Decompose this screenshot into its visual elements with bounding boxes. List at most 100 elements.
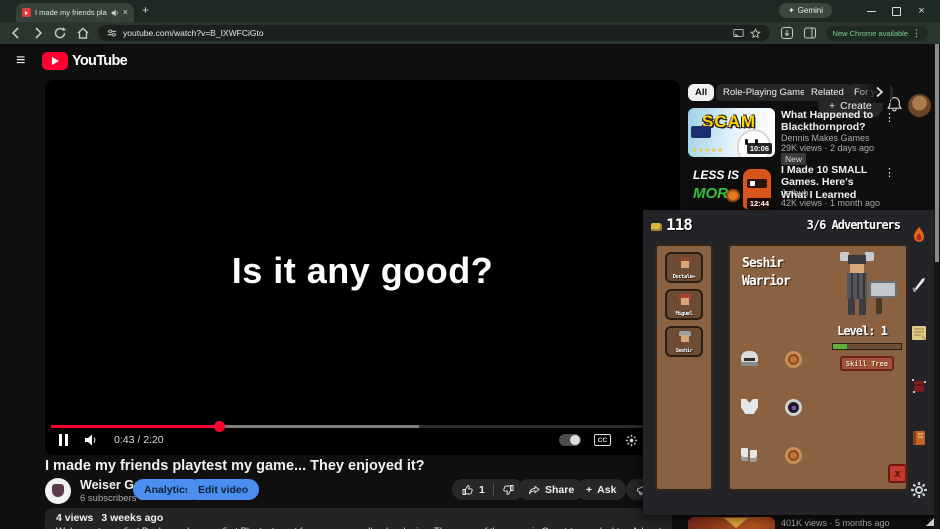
description-box[interactable]: 4 views 3 weeks ago Welcome to my first … (45, 508, 672, 529)
accessory-slot[interactable] (785, 447, 802, 464)
roster-slot[interactable]: Ductale+ (665, 252, 703, 283)
video-caption-text: Is it any good? (231, 250, 494, 291)
quest-scroll-icon[interactable] (909, 323, 929, 343)
chip-related[interactable]: Related (804, 84, 851, 101)
hero-sprite (836, 249, 900, 325)
roster-panel: Ductale+ Miguel Seshir (655, 244, 713, 491)
thumbnail-text: LESS IS (693, 168, 740, 182)
channel-avatar[interactable] (45, 478, 71, 504)
ask-label: Ask (597, 483, 617, 496)
youtube-header: ≡ YouTube + Create (0, 44, 940, 118)
browser-toolbar: youtube.com/watch?v=B_IXWFCiGto New Chro… (0, 22, 940, 44)
youtube-play-icon (42, 52, 68, 70)
thumbnail-stars: ★★★★★ (692, 148, 724, 154)
accessory-slot[interactable] (785, 351, 802, 368)
autoplay-toggle[interactable] (559, 434, 581, 446)
roster-name: Ductale+ (672, 274, 696, 280)
equipment-helmet-icon[interactable] (741, 351, 758, 366)
share-label: Share (545, 483, 575, 496)
forward-button[interactable] (31, 26, 45, 40)
window-maximize-button[interactable] (892, 7, 901, 16)
gemini-button[interactable]: ✦ Gemini (778, 3, 832, 18)
browser-menu-icon[interactable]: ⋮ (912, 28, 921, 39)
video-options-icon[interactable]: ⋮ (884, 111, 895, 124)
coin-icon (651, 223, 662, 231)
like-dislike-buttons[interactable]: 1 (452, 479, 524, 500)
skill-tree-button[interactable]: Skill Tree (840, 356, 894, 371)
chip-all[interactable]: All (688, 84, 715, 101)
home-button[interactable] (76, 26, 90, 40)
video-player[interactable]: Is it any good? 0:43 / 2:20 CC (45, 80, 680, 455)
share-arrow-icon (529, 485, 540, 494)
book-icon[interactable] (909, 428, 929, 448)
tab-audio-icon[interactable] (111, 9, 119, 17)
settings-gear-icon[interactable] (624, 434, 639, 447)
overlay-close-button[interactable]: x (888, 464, 907, 483)
back-button[interactable] (9, 26, 23, 40)
chrome-update-button[interactable]: New Chrome available ⋮ (825, 25, 928, 41)
downloads-icon[interactable] (780, 26, 794, 40)
reload-button[interactable] (53, 26, 67, 40)
roster-slot[interactable]: Seshir (665, 326, 703, 357)
currency-count: 118 (666, 215, 693, 234)
gemini-label: Gemini (797, 6, 823, 15)
suggested-video-thumbnail[interactable]: SCAM ★★★★★ 10:06 (688, 108, 775, 157)
suggested-video-thumbnail[interactable]: LESS IS MOR 12:44 (688, 163, 775, 212)
game-overlay-window[interactable]: 118 3/6 Adventurers Ductale+ Miguel Sesh… (643, 210, 938, 515)
accessory-slot-equipped[interactable] (785, 399, 802, 416)
equipment-chest-icon[interactable] (741, 399, 758, 414)
site-info-icon[interactable] (107, 28, 117, 38)
youtube-favicon-icon (22, 8, 31, 17)
hero-panel: Seshir Warrior Level: 1 Skill Tree x (728, 244, 908, 491)
hammer-head (869, 281, 897, 298)
account-avatar[interactable] (908, 94, 931, 117)
bookmark-star-icon[interactable] (750, 27, 761, 39)
relic-icon[interactable] (909, 376, 929, 396)
chip-role-playing-games[interactable]: Role-Playing Games (716, 84, 818, 101)
captions-button[interactable]: CC (594, 434, 611, 446)
update-label: New Chrome available (832, 28, 908, 38)
video-duration: 10:06 (746, 143, 772, 154)
tab-close-icon[interactable]: × (123, 8, 128, 17)
roster-slot[interactable]: Miguel (665, 289, 703, 320)
suggested-video-thumbnail[interactable] (688, 517, 775, 529)
hero-level: Level: 1 (837, 324, 888, 338)
chips-scroll-chevron-icon[interactable] (872, 85, 886, 99)
pause-button[interactable] (59, 434, 68, 446)
window-minimize-button[interactable] (867, 7, 876, 12)
suggested-video-meta: 401K views · 5 months ago (781, 518, 890, 528)
view-count: 4 views (56, 512, 94, 524)
thumbnail-text: MOR (693, 185, 728, 202)
cast-icon[interactable] (733, 28, 744, 39)
subscriber-count: 6 subscribers (80, 493, 137, 504)
scrollbar-thumb[interactable] (934, 44, 939, 262)
overlay-resize-handle[interactable] (926, 518, 934, 526)
suggested-video-title[interactable]: What Happened to Blackthornprod? (781, 109, 881, 134)
player-controls: 0:43 / 2:20 CC (45, 427, 680, 453)
video-options-icon[interactable]: ⋮ (884, 166, 895, 179)
sword-icon[interactable] (909, 275, 929, 295)
like-count: 1 (479, 483, 485, 496)
window-close-button[interactable]: × (917, 6, 926, 17)
settings-gear-icon[interactable] (909, 480, 929, 500)
new-tab-button[interactable]: + (142, 3, 149, 17)
thumbs-down-icon[interactable] (502, 484, 514, 496)
page-scrollbar[interactable] (934, 44, 939, 529)
edit-video-button[interactable]: Edit video (187, 479, 260, 500)
ask-button[interactable]: + Ask (576, 479, 627, 500)
menu-icon[interactable]: ≡ (16, 52, 25, 70)
thumbs-up-icon[interactable] (462, 484, 474, 496)
suggested-video-channel[interactable]: Dennis Makes Games (781, 133, 870, 143)
side-panel-icon[interactable] (803, 26, 817, 40)
share-button[interactable]: Share (518, 479, 585, 500)
video-title: I made my friends playtest my game... Th… (45, 458, 425, 474)
campfire-icon[interactable] (909, 225, 929, 245)
suggested-video-meta: 29K views · 2 days ago (781, 143, 875, 153)
suggested-video-channel[interactable]: Jerbub (781, 188, 809, 198)
youtube-logo[interactable]: YouTube (42, 52, 128, 70)
equipment-boots-icon[interactable] (741, 448, 758, 462)
volume-icon[interactable] (84, 433, 100, 447)
browser-tab[interactable]: I made my friends playtest × (16, 3, 134, 22)
address-bar[interactable]: youtube.com/watch?v=B_IXWFCiGto (98, 25, 770, 41)
roster-portrait-face (681, 335, 689, 342)
